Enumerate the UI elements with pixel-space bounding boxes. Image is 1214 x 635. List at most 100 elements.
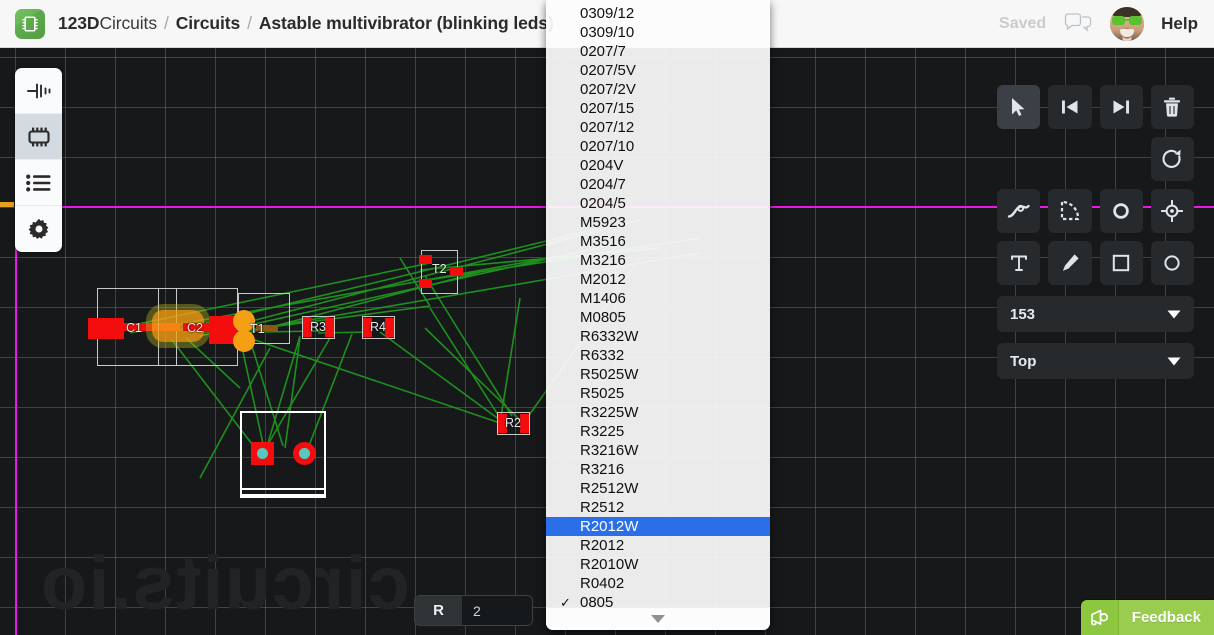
dropdown-item[interactable]: R2512 — [546, 498, 770, 517]
dropdown-item[interactable]: 0207/12 — [546, 118, 770, 137]
dropdown-item[interactable]: M2012 — [546, 270, 770, 289]
dropdown-item-label: M3516 — [580, 233, 626, 250]
sidebar-item-pcb[interactable] — [15, 114, 62, 160]
dropdown-item-label: 0207/12 — [580, 119, 635, 136]
layer-select[interactable]: Top — [997, 343, 1194, 379]
tool-pen[interactable] — [1048, 241, 1092, 285]
tool-via[interactable] — [1099, 189, 1143, 233]
tool-polygon[interactable] — [1048, 189, 1092, 233]
dropdown-item-label: 0207/2V — [580, 81, 636, 98]
dropdown-item[interactable]: 0204/5 — [546, 194, 770, 213]
dropdown-item-label: 0204/7 — [580, 176, 626, 193]
dropdown-item-label: R2512 — [580, 499, 625, 516]
breadcrumb-separator-2: / — [247, 13, 252, 33]
chat-bubbles-icon[interactable] — [1063, 12, 1093, 35]
C1-reference: C1 — [126, 321, 142, 335]
R4-pad-2 — [385, 318, 394, 337]
dropdown-item-label: R2512W — [580, 480, 639, 497]
tool-skip-forward[interactable] — [1099, 85, 1143, 129]
package-footprint-dropdown[interactable]: 0309/12 0309/10 0207/7 0207/5V 0207/2V 0207/1… — [546, 0, 770, 630]
dropdown-scroll-down[interactable] — [546, 608, 770, 630]
dropdown-item[interactable]: 0204V — [546, 156, 770, 175]
dropdown-item-label: R5025 — [580, 385, 625, 402]
dropdown-item[interactable]: R3225 — [546, 422, 770, 441]
dropdown-item[interactable]: R6332W — [546, 327, 770, 346]
dropdown-item[interactable]: R5025W — [546, 365, 770, 384]
help-link[interactable]: Help — [1161, 14, 1198, 34]
tool-rectangle[interactable] — [1099, 241, 1143, 285]
dropdown-item[interactable]: M3216 — [546, 251, 770, 270]
dropdown-item[interactable]: 0207/10 — [546, 137, 770, 156]
dropdown-item[interactable]: R6332 — [546, 346, 770, 365]
toolbar-spacer-2 — [1048, 137, 1091, 181]
sidebar-item-schematic[interactable] — [15, 68, 62, 114]
toolbar-spacer-1 — [997, 137, 1040, 181]
tool-skip-back[interactable] — [1048, 85, 1092, 129]
chip-icon — [22, 15, 38, 32]
dropdown-item-label: R2010W — [580, 556, 639, 573]
chip-pcb-icon — [27, 127, 50, 146]
dropdown-item[interactable]: M1406 — [546, 289, 770, 308]
layer-select-value: Top — [1010, 352, 1037, 370]
dropdown-item-label: M3216 — [580, 252, 626, 269]
dropdown-item-label: R3225W — [580, 404, 639, 421]
skip-back-icon — [1061, 100, 1078, 114]
size-select[interactable]: 153 — [997, 296, 1194, 332]
feedback-button[interactable]: Feedback — [1080, 600, 1214, 635]
target-crosshair-icon — [1161, 200, 1184, 222]
tool-rotate[interactable] — [1150, 137, 1194, 181]
breadcrumb-brand-bold[interactable]: 123D — [58, 13, 100, 34]
dropdown-item[interactable]: ✓ 0805 — [546, 593, 770, 608]
property-label: R — [415, 596, 462, 625]
tool-alignment-target[interactable] — [1150, 189, 1194, 233]
dropdown-item[interactable]: M5923 — [546, 213, 770, 232]
dropdown-item-label: R5025W — [580, 366, 639, 383]
dropdown-item[interactable]: 0204/7 — [546, 175, 770, 194]
avatar[interactable] — [1110, 6, 1145, 41]
breadcrumb-project-title[interactable]: Astable multivibrator (blinking leds) — [259, 13, 554, 34]
square-icon — [1112, 254, 1130, 272]
dropdown-item[interactable]: R3216W — [546, 441, 770, 460]
dropdown-item[interactable]: R2512W — [546, 479, 770, 498]
dropdown-item[interactable]: R3225W — [546, 403, 770, 422]
app-logo[interactable] — [15, 8, 45, 39]
dropdown-item[interactable]: 0309/10 — [546, 23, 770, 42]
dropdown-item[interactable]: R2012W — [546, 517, 770, 536]
dropdown-item-label: 0207/10 — [580, 138, 635, 155]
dropdown-item-label: 0207/7 — [580, 43, 626, 60]
sidebar-item-settings[interactable] — [15, 206, 62, 252]
dropdown-item[interactable]: R0402 — [546, 574, 770, 593]
tool-delete[interactable] — [1150, 85, 1194, 129]
breadcrumb-section[interactable]: Circuits — [176, 13, 240, 34]
dropdown-item[interactable]: 0207/2V — [546, 80, 770, 99]
dropdown-item-label: R3216 — [580, 461, 625, 478]
dropdown-item[interactable]: R3216 — [546, 460, 770, 479]
breadcrumb: 123D Circuits / Circuits / Astable multiv… — [58, 13, 554, 34]
megaphone-icon — [1080, 600, 1119, 635]
feedback-label: Feedback — [1118, 600, 1214, 635]
breadcrumb-brand-light[interactable]: Circuits — [99, 13, 157, 34]
dropdown-item[interactable]: M3516 — [546, 232, 770, 251]
dropdown-item[interactable]: R2010W — [546, 555, 770, 574]
dropdown-list[interactable]: 0309/12 0309/10 0207/7 0207/5V 0207/2V 0207/1… — [546, 0, 770, 608]
dropdown-item-label: R3225 — [580, 423, 625, 440]
sidebar-item-components-list[interactable] — [15, 160, 62, 206]
property-value-input[interactable]: 2 — [462, 596, 532, 625]
dropdown-item[interactable]: 0309/12 — [546, 4, 770, 23]
rotate-icon — [1162, 149, 1181, 168]
dropdown-item-label: M5923 — [580, 214, 626, 231]
tool-text[interactable] — [997, 241, 1041, 285]
dropdown-item[interactable]: R5025 — [546, 384, 770, 403]
dropdown-item-label: R2012W — [580, 518, 639, 535]
dropdown-item[interactable]: M0805 — [546, 308, 770, 327]
dropdown-item[interactable]: 0207/5V — [546, 61, 770, 80]
dropdown-item[interactable]: R2012 — [546, 536, 770, 555]
tool-circle[interactable] — [1150, 241, 1194, 285]
pcb-editor-app: 123D Circuits / Circuits / Astable multiv… — [0, 0, 1214, 635]
dropdown-item[interactable]: 0207/15 — [546, 99, 770, 118]
tool-select[interactable] — [997, 85, 1041, 129]
dropdown-item-label: M1406 — [580, 290, 626, 307]
text-tool-icon — [1010, 255, 1027, 271]
tool-trace[interactable] — [997, 189, 1041, 233]
dropdown-item[interactable]: 0207/7 — [546, 42, 770, 61]
